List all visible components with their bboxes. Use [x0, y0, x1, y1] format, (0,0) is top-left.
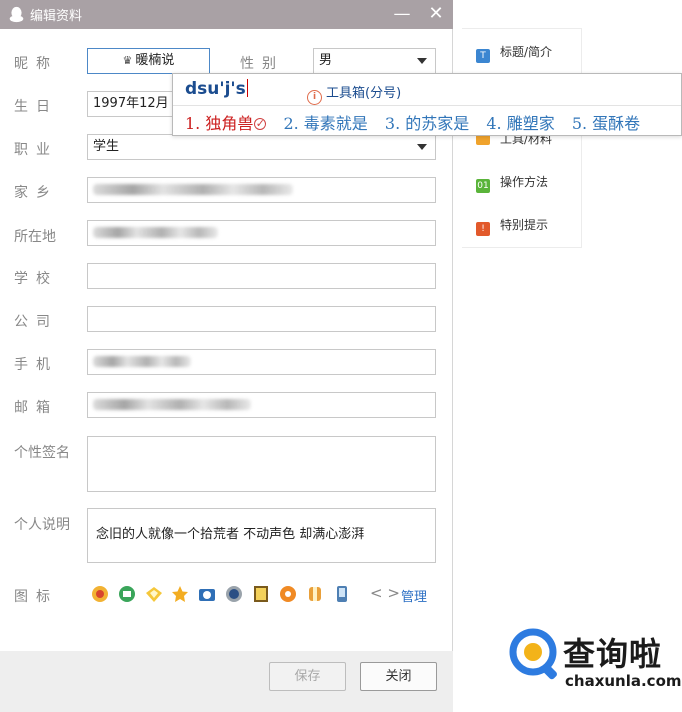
blurred-value — [93, 356, 191, 367]
save-button[interactable]: 保存 — [269, 662, 346, 691]
help-item-title[interactable]: T 标题/简介 — [476, 43, 552, 63]
qq-penguin-icon — [9, 6, 24, 23]
toolbox-icon: i — [307, 90, 322, 105]
title-bar[interactable]: 编辑资料 — ✕ — [0, 0, 453, 29]
watermark-text: 查询啦 — [563, 635, 663, 673]
chevron-left-icon[interactable]: < — [370, 584, 383, 602]
minimize-button[interactable]: — — [390, 3, 414, 25]
icons-label: 图标 — [14, 589, 58, 605]
ime-toolbox-button[interactable]: i 工具箱(分号) — [307, 82, 401, 105]
ime-candidate[interactable]: 4. 雕塑家 — [486, 114, 554, 133]
badge-shield-icon[interactable] — [305, 584, 325, 604]
badge-vip-icon[interactable] — [90, 584, 110, 604]
watermark-url: chaxunla.com — [565, 672, 682, 690]
blurred-value — [93, 399, 251, 410]
ime-candidate[interactable]: 5. 蛋酥卷 — [572, 114, 640, 133]
description-textarea[interactable]: 念旧的人就像一个拾荒者 不动声色 却满心澎湃 — [87, 508, 436, 563]
warning-icon: ! — [476, 222, 490, 236]
gender-select[interactable]: 男 — [313, 48, 436, 74]
chevron-down-icon — [417, 58, 427, 64]
badge-music-icon[interactable] — [278, 584, 298, 604]
ime-candidate[interactable]: 2. 毒素就是 — [283, 114, 367, 133]
nickname-label: 昵称 — [14, 56, 58, 72]
check-circle-icon: ✓ — [254, 117, 267, 130]
description-label: 个人说明 — [14, 517, 70, 533]
gender-label: 性别 — [240, 56, 284, 72]
steps-icon: 01 — [476, 179, 490, 193]
ime-candidate-window: dsu'j's i 工具箱(分号) 1. 独角兽 ✓ 2. 毒素就是 3. 的苏家是… — [172, 73, 682, 136]
ime-candidate[interactable]: 1. 独角兽 ✓ — [185, 114, 267, 133]
badge-icon-strip — [88, 580, 388, 608]
signature-label: 个性签名 — [14, 445, 70, 461]
phone-input[interactable] — [87, 349, 436, 375]
location-label: 所在地 — [14, 229, 56, 245]
location-select[interactable] — [87, 220, 436, 246]
email-input[interactable] — [87, 392, 436, 418]
school-label: 学校 — [14, 271, 58, 287]
hometown-label: 家乡 — [14, 185, 58, 201]
badge-diamond-icon[interactable] — [144, 584, 164, 604]
company-input[interactable] — [87, 306, 436, 332]
nickname-field[interactable]: ♛ 暖楠说 — [87, 48, 210, 74]
text-caret — [246, 79, 248, 97]
signature-textarea[interactable] — [87, 436, 436, 492]
help-item-steps[interactable]: 01 操作方法 — [476, 173, 548, 193]
watermark: 查询啦 chaxunla.com — [507, 622, 682, 712]
help-item-tips[interactable]: ! 特别提示 — [476, 216, 548, 236]
ime-candidate[interactable]: 3. 的苏家是 — [385, 114, 469, 133]
manage-icons-link[interactable]: 管理 — [401, 586, 427, 605]
chevron-right-icon[interactable]: > — [387, 584, 400, 602]
ime-composition-text: dsu'j's — [185, 79, 248, 99]
badge-penguin-icon[interactable] — [224, 584, 244, 604]
email-label: 邮箱 — [14, 400, 58, 416]
crown-icon: ♛ — [122, 54, 133, 67]
ime-composition-bar: dsu'j's i 工具箱(分号) — [173, 74, 681, 106]
screen: T 标题/简介 工具/材料 01 操作方法 ! 特别提示 编辑资料 — ✕ 昵称 ♛ 暖… — [0, 0, 682, 712]
title-icon: T — [476, 49, 490, 63]
phone-label: 手机 — [14, 357, 58, 373]
ime-candidate-list: 1. 独角兽 ✓ 2. 毒素就是 3. 的苏家是 4. 雕塑家 5. 蛋酥卷 — [185, 110, 652, 134]
badge-mobile-icon[interactable] — [332, 584, 352, 604]
close-button[interactable]: 关闭 — [360, 662, 437, 691]
hometown-select[interactable] — [87, 177, 436, 203]
badge-camera-icon[interactable] — [197, 584, 217, 604]
blurred-value — [93, 184, 293, 195]
window-title: 编辑资料 — [30, 9, 83, 24]
company-label: 公司 — [14, 314, 58, 330]
school-input[interactable] — [87, 263, 436, 289]
badge-game-icon[interactable] — [117, 584, 137, 604]
chevron-down-icon — [417, 144, 427, 150]
close-window-button[interactable]: ✕ — [424, 3, 448, 25]
search-logo-icon — [509, 628, 557, 680]
birthday-label: 生日 — [14, 99, 58, 115]
badge-book-icon[interactable] — [251, 584, 271, 604]
badge-star-icon[interactable] — [170, 584, 190, 604]
icon-pager[interactable]: < > — [370, 584, 400, 602]
job-label: 职业 — [14, 142, 58, 158]
blurred-value — [93, 227, 218, 238]
job-select[interactable]: 学生 — [87, 134, 436, 160]
